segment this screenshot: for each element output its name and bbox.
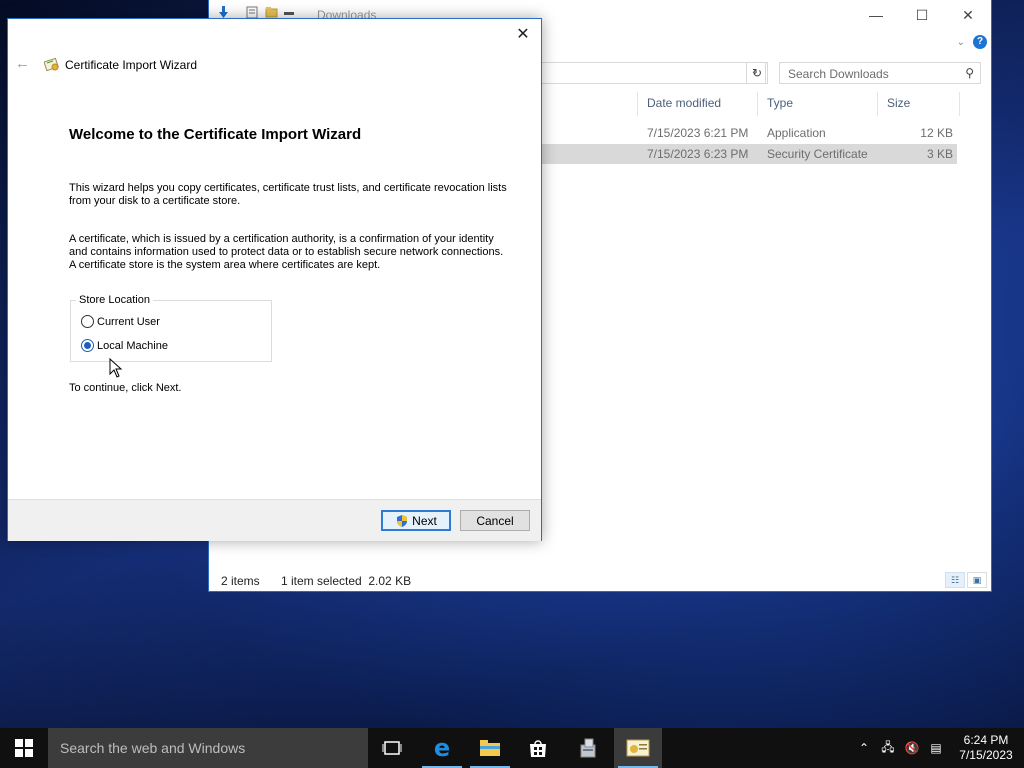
certificate-import-wizard-dialog[interactable]: ✕ ← Certificate Import Wizard Welcome to… (7, 18, 542, 541)
file-row-selected[interactable]: 7/15/2023 6:23 PM Security Certificate 3… (539, 144, 957, 164)
wizard-heading: Welcome to the Certificate Import Wizard (69, 126, 362, 143)
refresh-button[interactable]: ↻ (746, 62, 768, 84)
qa-dropdown-icon[interactable]: ▬ (284, 7, 294, 18)
column-header-type[interactable]: Type (767, 96, 793, 114)
network-icon[interactable]: 🖧 (876, 738, 900, 759)
wizard-description-text: A certificate, which is issued by a cert… (69, 233, 504, 271)
status-selection: 1 item selected 2.02 KB (281, 574, 412, 588)
wizard-intro-text: This wizard helps you copy certificates,… (69, 182, 507, 207)
uac-shield-icon (397, 514, 408, 527)
taskbar: Search the web and Windows e ⌃ 🖧 🔇 ▤ 6:2… (0, 728, 1024, 768)
expand-ribbon-icon[interactable]: ⌄ (957, 37, 965, 48)
column-header-date-modified[interactable]: Date modified (647, 96, 721, 114)
column-header-size[interactable]: Size (887, 96, 910, 114)
file-date: 7/15/2023 6:21 PM (647, 126, 749, 140)
column-separator[interactable] (877, 92, 878, 116)
radio-local-machine[interactable]: Local Machine (81, 339, 168, 352)
refresh-icon: ↻ (751, 66, 763, 80)
column-separator[interactable] (757, 92, 758, 116)
explorer-caption-buttons: — ☐ ✕ (853, 0, 991, 30)
radio-label: Current User (97, 315, 160, 328)
wizard-close-button[interactable]: ✕ (511, 23, 535, 45)
radio-button[interactable] (81, 315, 94, 328)
taskbar-search-placeholder: Search the web and Windows (60, 740, 246, 756)
folder-icon (480, 740, 500, 756)
system-tray: ⌃ 🖧 🔇 ▤ 6:24 PM 7/15/2023 (852, 728, 1024, 768)
wizard-title: Certificate Import Wizard (65, 58, 198, 72)
details-view-icon[interactable]: ☷ (945, 572, 965, 588)
volume-muted-icon[interactable]: 🔇 (900, 741, 924, 755)
help-icon[interactable]: ? (973, 35, 987, 49)
radio-button[interactable] (81, 339, 94, 352)
edge-icon: e (433, 734, 451, 762)
certificate-icon (44, 57, 59, 72)
windows-logo-icon (15, 739, 33, 757)
close-button[interactable]: ✕ (945, 0, 991, 30)
taskbar-file-explorer-button[interactable] (466, 728, 514, 768)
taskbar-server-manager-button[interactable] (564, 728, 612, 768)
taskbar-certificate-wizard-button[interactable] (614, 728, 662, 768)
mouse-pointer-icon (109, 358, 123, 378)
server-manager-icon (580, 738, 596, 758)
back-arrow-icon[interactable]: ← (15, 55, 30, 72)
file-type: Security Certificate (767, 147, 868, 161)
store-icon (530, 740, 546, 757)
taskbar-clock[interactable]: 6:24 PM 7/15/2023 (948, 733, 1024, 763)
view-buttons: ☷ ▣ (945, 572, 987, 588)
file-size: 3 KB (926, 147, 953, 161)
taskbar-search-box[interactable]: Search the web and Windows (48, 728, 368, 768)
column-separator[interactable] (637, 92, 638, 116)
ribbon-controls: ⌄ ? (931, 32, 991, 52)
file-type: Application (767, 126, 826, 140)
search-icon: ⚲ (965, 66, 974, 80)
wizard-footer: Next Cancel (8, 499, 541, 541)
store-location-legend: Store Location (76, 294, 153, 306)
taskbar-store-button[interactable] (514, 728, 562, 768)
radio-current-user[interactable]: Current User (81, 315, 160, 328)
file-row[interactable]: 7/15/2023 6:21 PM Application 12 KB (539, 123, 957, 143)
task-view-icon (382, 741, 402, 755)
search-input[interactable]: Search Downloads ⚲ (779, 62, 981, 84)
file-date: 7/15/2023 6:23 PM (647, 147, 749, 161)
taskbar-edge-button[interactable]: e (418, 728, 466, 768)
show-hidden-icons-icon[interactable]: ⌃ (852, 741, 876, 755)
status-item-count: 2 items (221, 574, 260, 588)
radio-label: Local Machine (97, 339, 168, 352)
action-center-icon[interactable]: ▤ (924, 741, 948, 755)
maximize-button[interactable]: ☐ (899, 0, 945, 30)
file-size: 12 KB (920, 126, 953, 140)
search-placeholder: Search Downloads (788, 67, 889, 81)
continue-instruction: To continue, click Next. (69, 382, 182, 394)
next-button[interactable]: Next (381, 510, 451, 531)
clock-date: 7/15/2023 (959, 748, 1013, 762)
start-button[interactable] (0, 728, 48, 768)
clock-time: 6:24 PM (963, 733, 1009, 747)
cancel-button-label: Cancel (476, 513, 514, 528)
large-icons-view-icon[interactable]: ▣ (967, 572, 987, 588)
store-location-group: Store Location Current User Local Machin… (70, 294, 272, 362)
cancel-button[interactable]: Cancel (460, 510, 530, 531)
certificate-icon (626, 739, 650, 757)
task-view-button[interactable] (368, 728, 416, 768)
next-button-label: Next (412, 513, 437, 528)
minimize-button[interactable]: — (853, 0, 899, 30)
column-separator[interactable] (959, 92, 960, 116)
